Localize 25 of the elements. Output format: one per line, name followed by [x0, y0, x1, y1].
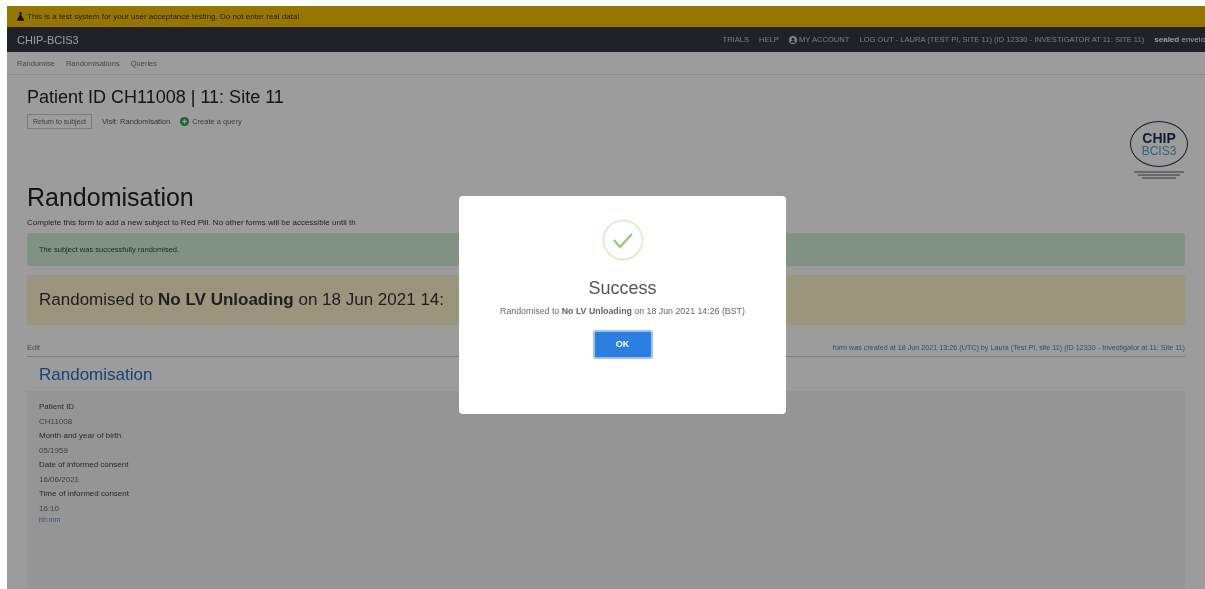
- dialog-message: Randomised to No LV Unloading on 18 Jun 2021 14:26 (BST): [499, 305, 746, 318]
- dialog-title: Success: [588, 278, 657, 299]
- brand-name[interactable]: CHIP-BCIS3: [17, 33, 79, 46]
- ok-button[interactable]: OK: [592, 329, 653, 359]
- field-label: Patient ID: [39, 402, 76, 411]
- form-description: Complete this form to add a new subject to Red Pill. No other forms will be accessible until th: [27, 218, 357, 227]
- logo-subtext: BCIS3: [1141, 145, 1177, 157]
- field-value: CH11008: [39, 417, 74, 426]
- field-label: Month and year of birth: [39, 431, 123, 440]
- product-name: sealed envelo: [1154, 35, 1205, 44]
- flask-icon: [17, 12, 24, 21]
- field-label: Time of informed consent: [39, 489, 130, 498]
- banner-text: This is a test system for your user acceptance testing. Do not enter real data!: [27, 12, 300, 21]
- tagline-drawing: [1132, 170, 1186, 180]
- user-icon: [788, 35, 797, 44]
- field-label: Date of informed consent: [39, 460, 130, 469]
- plus-icon: [180, 117, 190, 126]
- patient-title: Patient ID CH11008 | 11: Site 11: [27, 87, 284, 108]
- field-value: 16:10: [39, 504, 61, 513]
- form-title: Randomisation: [27, 183, 195, 212]
- section-title: Randomisation: [39, 365, 154, 385]
- logo-text: CHIP: [1142, 131, 1176, 145]
- field-value: 05/1959: [39, 446, 69, 455]
- field-value: 16/06/2021: [39, 475, 81, 484]
- check-icon: [601, 219, 644, 261]
